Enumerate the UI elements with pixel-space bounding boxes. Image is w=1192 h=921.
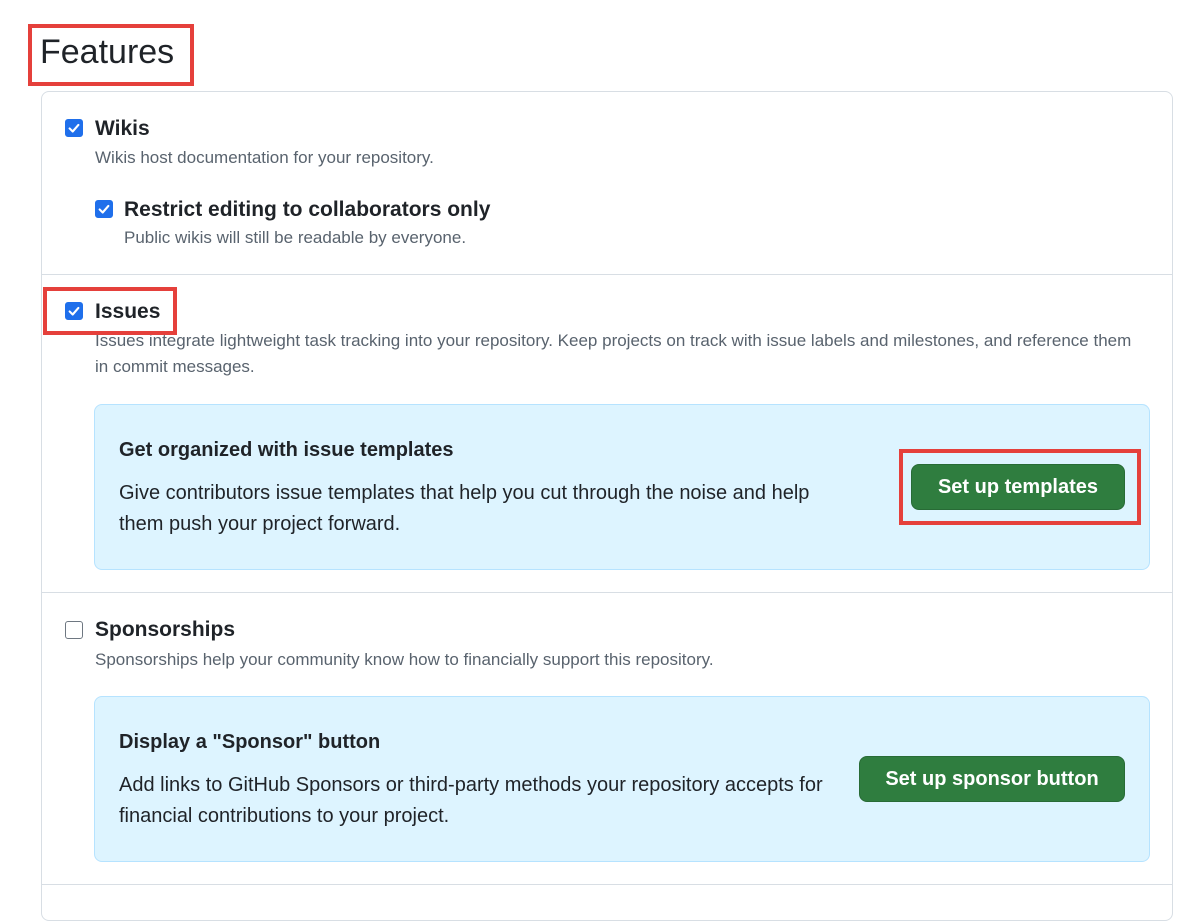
templates-button-highlight-box: [899, 449, 1141, 525]
restrict-editing-checkbox[interactable]: [95, 200, 113, 218]
sponsorships-description: Sponsorships help your community know ho…: [95, 650, 714, 669]
issue-templates-title: Get organized with issue templates: [119, 439, 454, 461]
issue-templates-text: Give contributors issue templates that h…: [119, 482, 810, 535]
check-icon: [68, 123, 80, 133]
sponsor-button-text: Add links to GitHub Sponsors or third-pa…: [119, 774, 823, 827]
check-icon: [98, 204, 110, 214]
wikis-description: Wikis host documentation for your reposi…: [95, 148, 434, 167]
section-divider: [42, 592, 1172, 593]
issues-description: Issues integrate lightweight task tracki…: [95, 331, 1132, 376]
restrict-editing-description: Public wikis will still be readable by e…: [124, 228, 467, 247]
section-divider: [42, 884, 1172, 885]
section-divider: [42, 274, 1172, 275]
restrict-editing-label: Restrict editing to collaborators only: [124, 198, 491, 221]
sponsor-button-title: Display a "Sponsor" button: [119, 731, 381, 753]
issues-highlight-box: [43, 287, 177, 335]
title-highlight-box: [28, 24, 194, 86]
sponsorships-checkbox[interactable]: [65, 621, 83, 639]
wikis-checkbox[interactable]: [65, 119, 83, 137]
wikis-label: Wikis: [95, 117, 150, 140]
set-up-sponsor-button[interactable]: Set up sponsor button: [859, 756, 1125, 802]
sponsorships-label: Sponsorships: [95, 618, 236, 641]
